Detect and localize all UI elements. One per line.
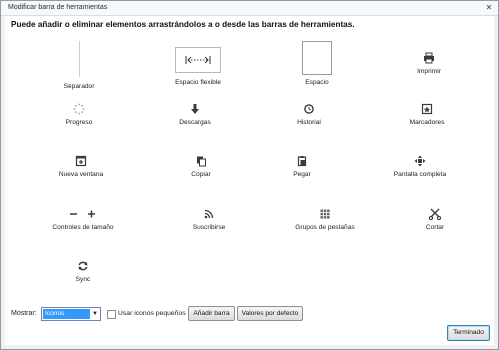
palette-item-historial[interactable]: Historial	[259, 102, 359, 126]
item-label-imprimir: Imprimir	[417, 68, 441, 75]
palette-item-pantalla-completa[interactable]: Pantalla completa	[370, 154, 470, 178]
palette-item-controles-tamano[interactable]: Controles de tamaño	[33, 207, 133, 231]
item-label-pantalla-completa: Pantalla completa	[393, 171, 447, 178]
flexible-space-icon	[185, 56, 211, 64]
mostrar-label: Mostrar:	[11, 310, 37, 317]
mostrar-select-value: Iconos	[43, 309, 90, 319]
palette-item-separador[interactable]: Separador	[29, 41, 129, 90]
new-window-icon	[75, 155, 87, 167]
copy-icon	[197, 156, 206, 167]
print-icon	[424, 52, 434, 64]
palette-item-espacio-flexible[interactable]: Espacio flexible	[148, 41, 248, 86]
sync-icon	[78, 261, 88, 271]
palette-item-descargas[interactable]: Descargas	[145, 102, 245, 126]
chevron-down-icon[interactable]: ▼	[90, 308, 100, 320]
palette-item-progreso[interactable]: Progreso	[29, 102, 129, 126]
item-label-sync: Sync	[75, 276, 91, 283]
palette-item-copiar[interactable]: Copiar	[151, 154, 251, 178]
space-box	[302, 41, 332, 75]
feed-icon	[204, 209, 214, 219]
item-label-nueva-ventana: Nueva ventana	[58, 171, 104, 178]
palette-item-cortar[interactable]: Cortar	[385, 207, 485, 231]
separator-line	[78, 41, 80, 77]
item-label-cortar: Cortar	[425, 224, 445, 231]
title-bar[interactable]: Modificar barra de herramientas ✕	[1, 1, 498, 16]
palette-item-nueva-ventana[interactable]: Nueva ventana	[31, 154, 131, 178]
bookmarks-icon	[421, 103, 433, 115]
history-clock-icon	[304, 104, 314, 114]
window-title: Modificar barra de herramientas	[8, 4, 108, 11]
palette-item-espacio[interactable]: Espacio	[267, 41, 367, 86]
done-button[interactable]: Terminado	[447, 325, 490, 341]
download-arrow-icon	[191, 104, 199, 114]
paste-icon	[297, 156, 307, 167]
add-toolbar-button[interactable]: Añadir barra	[188, 306, 235, 321]
item-label-espacio-flexible: Espacio flexible	[175, 79, 221, 86]
item-label-controles-tamano: Controles de tamaño	[52, 224, 114, 231]
item-label-progreso: Progreso	[65, 119, 93, 126]
item-label-suscribirse: Suscribirse	[192, 224, 226, 231]
item-label-historial: Historial	[297, 119, 321, 126]
item-label-marcadores: Marcadores	[409, 119, 445, 126]
flexible-space-box	[175, 47, 221, 73]
customize-toolbar-dialog: Modificar barra de herramientas ✕ Puede …	[0, 0, 499, 350]
palette-area: Puede añadir o eliminar elementos arrast…	[5, 16, 494, 345]
tab-groups-icon	[320, 209, 330, 219]
small-icons-checkbox[interactable]	[107, 310, 116, 319]
item-label-separador: Separador	[63, 83, 95, 90]
scissors-icon	[428, 208, 442, 221]
item-label-copiar: Copiar	[191, 171, 211, 178]
item-label-descargas: Descargas	[179, 119, 211, 126]
progress-throbber-icon	[73, 103, 85, 115]
palette-item-imprimir[interactable]: Imprimir	[379, 51, 479, 75]
item-label-pegar: Pegar	[293, 171, 311, 178]
item-label-espacio: Espacio	[305, 79, 329, 86]
palette-item-grupos-pestanas[interactable]: Grupos de pestañas	[275, 207, 375, 231]
palette-item-marcadores[interactable]: Marcadores	[377, 102, 477, 126]
small-icons-label[interactable]: Usar iconos pequeños	[118, 310, 186, 317]
restore-defaults-button[interactable]: Valores por defecto	[237, 306, 303, 321]
mostrar-select[interactable]: Iconos ▼	[41, 307, 101, 321]
palette-item-sync[interactable]: Sync	[33, 259, 133, 283]
item-label-grupos-pestanas: Grupos de pestañas	[295, 224, 355, 231]
close-button[interactable]: ✕	[484, 3, 494, 12]
zoom-controls-icon	[70, 210, 95, 218]
palette-item-suscribirse[interactable]: Suscribirse	[159, 207, 259, 231]
instruction-text: Puede añadir o eliminar elementos arrast…	[11, 20, 355, 29]
fullscreen-arrows-icon	[414, 155, 426, 167]
options-bar: Mostrar: Iconos ▼ Usar iconos pequeños A…	[1, 305, 498, 321]
palette-item-pegar[interactable]: Pegar	[252, 154, 352, 178]
